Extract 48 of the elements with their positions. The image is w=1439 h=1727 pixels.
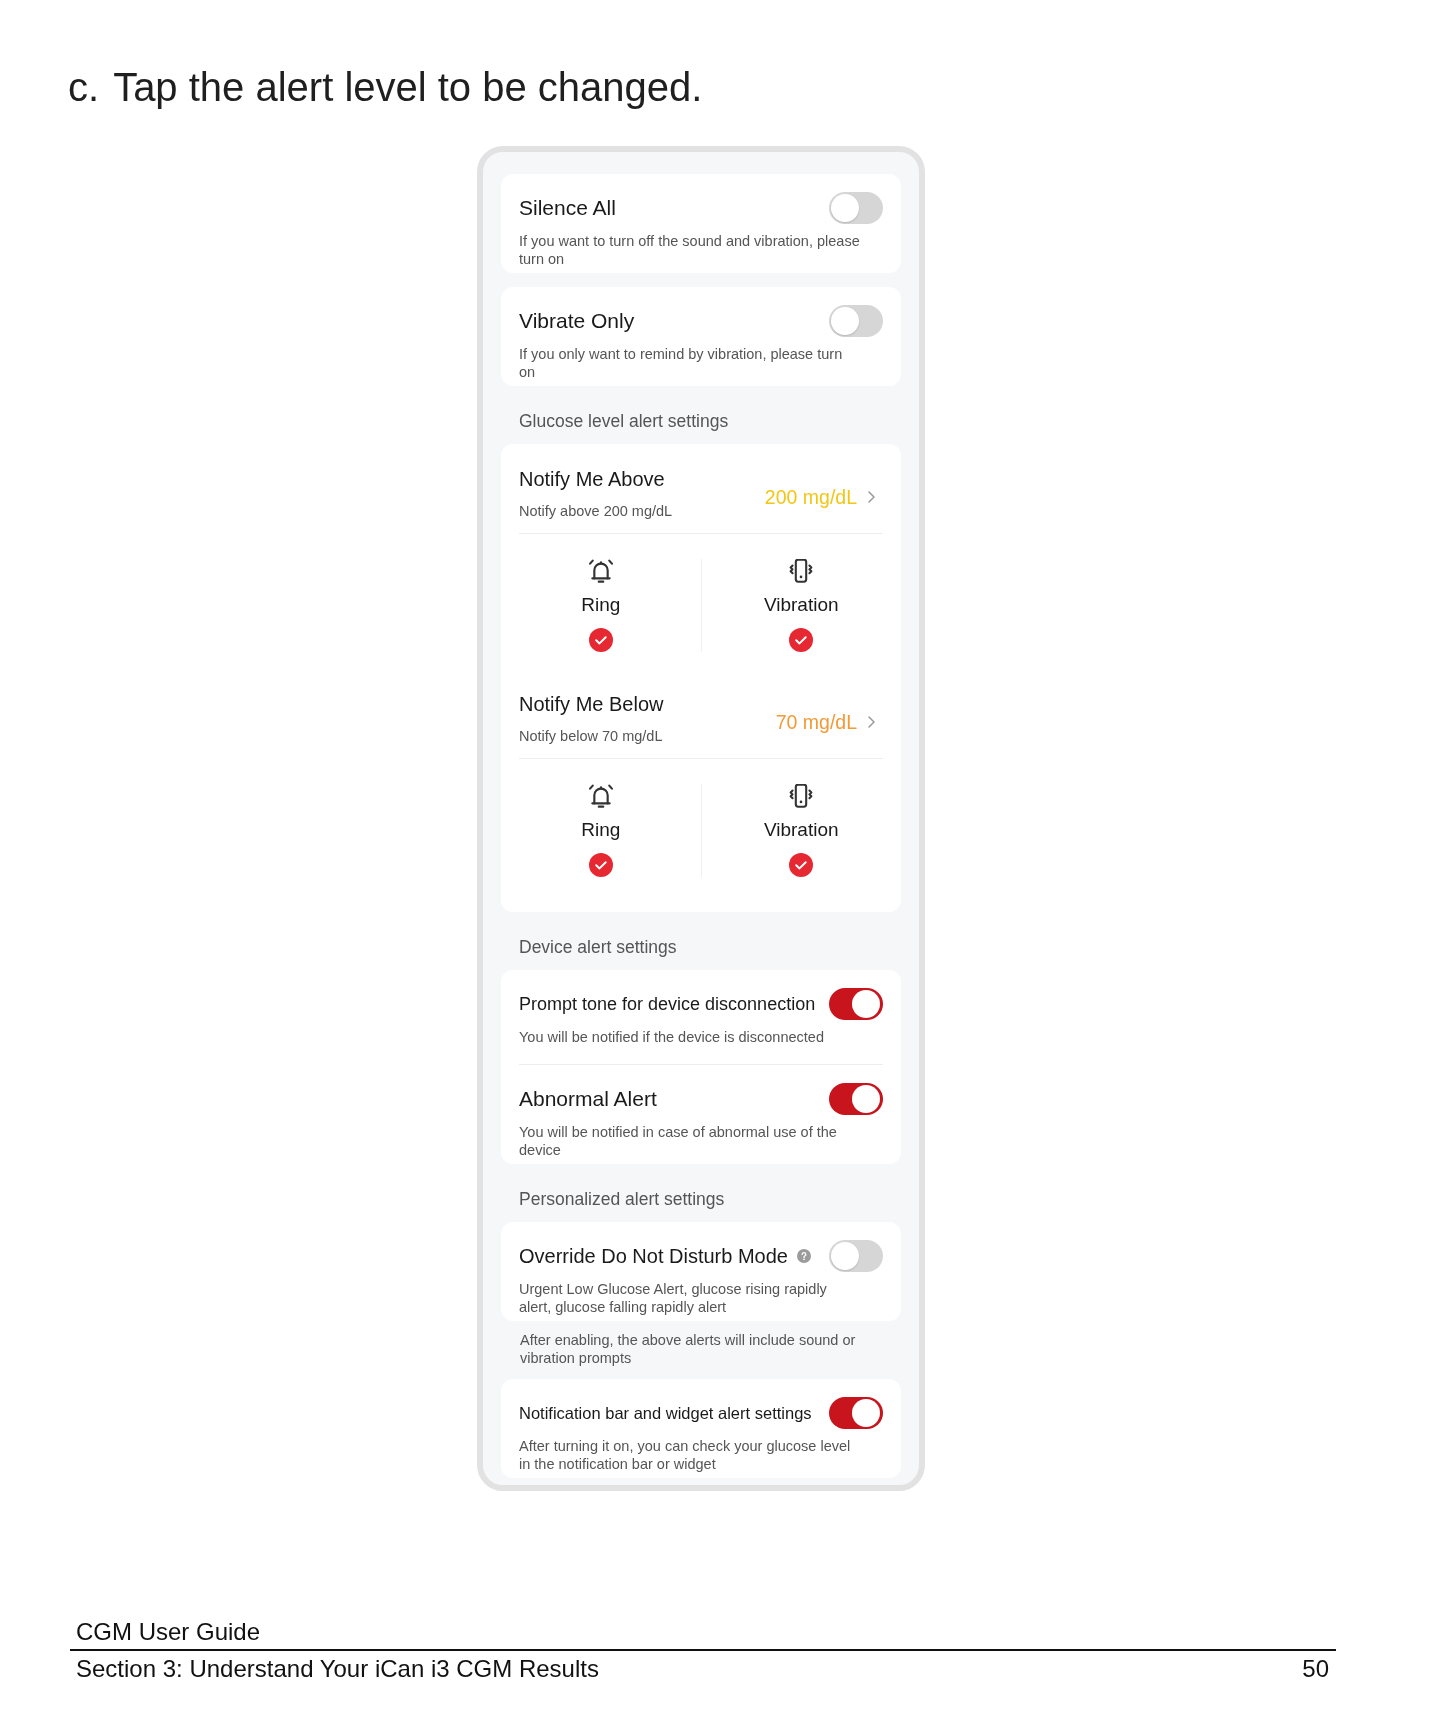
check-circle-icon[interactable]: [588, 628, 613, 652]
setting-title: Vibrate Only: [519, 309, 635, 333]
toggle-switch[interactable]: [829, 1240, 883, 1272]
page-number: 50: [1302, 1655, 1329, 1683]
setting-title: Abnormal Alert: [519, 1087, 657, 1111]
setting-description: After turning it on, you can check your glucose level in the notification bar or widget: [519, 1437, 852, 1473]
setting-description: You will be notified in case of abnormal use of the device: [519, 1123, 838, 1159]
option-label: Vibration: [763, 819, 839, 841]
setting-title: Prompt tone for device disconnection: [519, 993, 816, 1016]
bell-icon: [588, 784, 613, 808]
chevron-right-icon[interactable]: [868, 490, 875, 503]
section-label: Glucose level alert settings: [518, 411, 730, 431]
option-label: Ring: [581, 594, 621, 616]
toggle-switch[interactable]: [829, 192, 883, 224]
setting-description: You will be notified if the device is disconnected: [519, 1028, 825, 1046]
bell-icon: [588, 559, 613, 583]
setting-title: Notification bar and widget alert settings: [519, 1403, 812, 1424]
option-label: Ring: [581, 819, 621, 841]
alert-description: Notify below 70 mg/dL: [519, 727, 664, 745]
alert-title: Notify Me Above: [519, 467, 666, 491]
help-icon[interactable]: [797, 1249, 811, 1263]
phone-vibration-icon: [789, 559, 814, 583]
option-label: Vibration: [763, 594, 839, 616]
section-label: Personalized alert settings: [518, 1189, 726, 1209]
alert-title: Notify Me Below: [519, 692, 665, 716]
alert-description: Notify above 200 mg/dL: [519, 502, 674, 520]
section-title: Section 3: Understand Your iCan i3 CGM Results: [76, 1655, 599, 1683]
check-circle-icon[interactable]: [789, 853, 814, 877]
note-text: After enabling, the above alerts will include sound or vibration prompts: [520, 1331, 857, 1367]
setting-description: If you want to turn off the sound and vibration, please turn on: [519, 232, 861, 268]
toggle-switch[interactable]: [829, 988, 883, 1020]
toggle-switch[interactable]: [829, 1083, 883, 1115]
section-label: Device alert settings: [518, 937, 678, 957]
chevron-right-icon[interactable]: [868, 715, 875, 728]
threshold-value[interactable]: 70 mg/dL: [775, 710, 857, 733]
guide-title: CGM User Guide: [75, 1618, 262, 1646]
threshold-value[interactable]: 200 mg/dL: [764, 485, 857, 508]
setting-description: Urgent Low Glucose Alert, glucose rising rapidly alert, glucose falling rapidly alert: [519, 1280, 828, 1316]
toggle-switch[interactable]: [829, 305, 883, 337]
check-circle-icon[interactable]: [588, 853, 613, 877]
list-marker: c.: [68, 64, 100, 111]
toggle-switch[interactable]: [829, 1397, 883, 1429]
setting-description: If you only want to remind by vibration, please turn on: [519, 345, 844, 381]
phone-vibration-icon: [789, 784, 814, 808]
page-heading: Tap the alert level to be changed.: [113, 64, 703, 111]
check-circle-icon[interactable]: [789, 628, 814, 652]
setting-title: Silence All: [519, 196, 616, 220]
setting-title: Override Do Not Disturb Mode: [519, 1244, 788, 1268]
